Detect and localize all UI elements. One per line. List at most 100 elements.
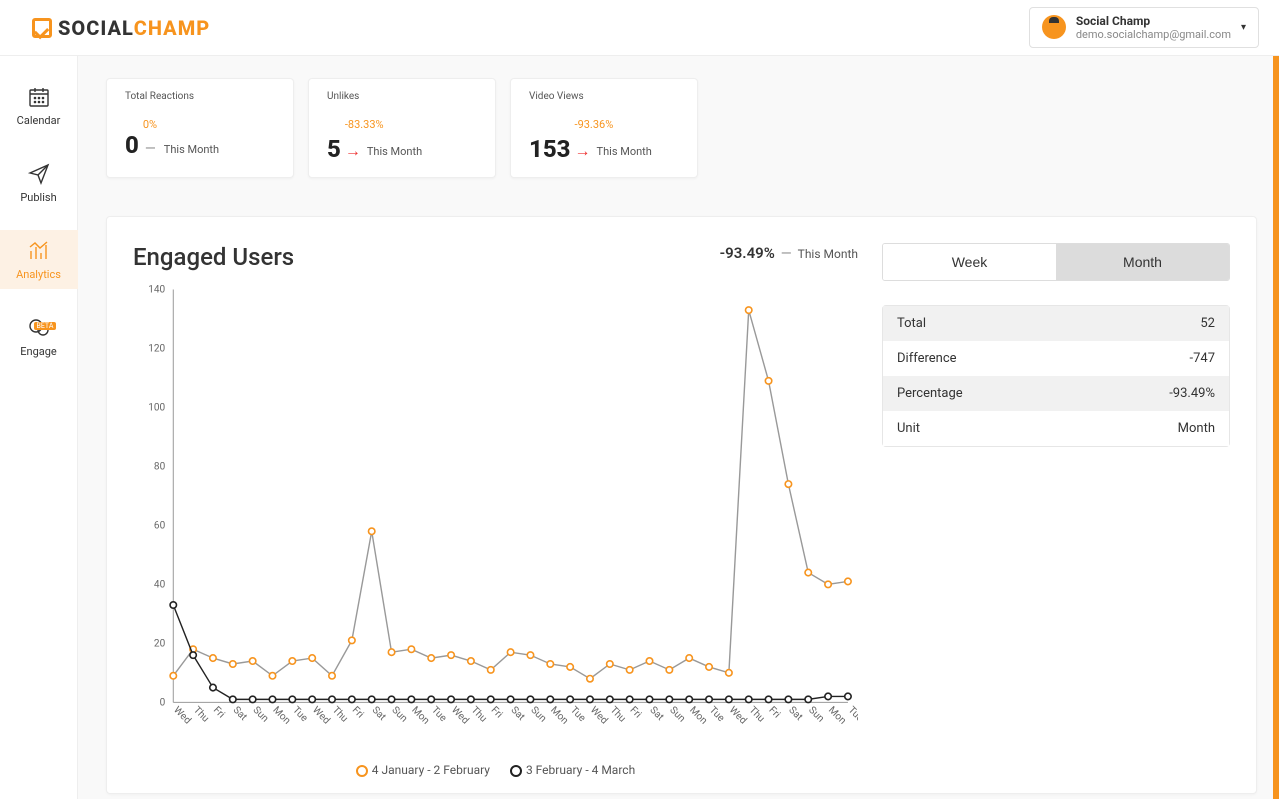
- svg-text:Wed: Wed: [449, 705, 471, 727]
- arrow-right-icon: →: [345, 141, 361, 161]
- svg-text:0: 0: [160, 697, 166, 708]
- user-email: demo.socialchamp@gmail.com: [1076, 28, 1231, 41]
- svg-text:Fri: Fri: [489, 705, 505, 721]
- stat-card-videoviews[interactable]: Video Views 153 -93.36% → This Month: [510, 78, 698, 178]
- svg-text:20: 20: [154, 638, 166, 649]
- minus-icon: —: [781, 246, 792, 262]
- svg-text:80: 80: [154, 461, 166, 472]
- svg-text:Mon: Mon: [826, 705, 848, 727]
- svg-text:Wed: Wed: [588, 705, 610, 727]
- svg-text:Wed: Wed: [727, 705, 749, 727]
- user-name: Social Champ: [1076, 14, 1231, 28]
- summary-table: Total52 Difference-747 Percentage-93.49%…: [882, 305, 1230, 447]
- user-menu[interactable]: Social Champ demo.socialchamp@gmail.com …: [1029, 7, 1259, 49]
- chart-panel: Engaged Users -93.49% — This Month 0 20 40…: [106, 216, 1257, 794]
- header: SOCIAL CHAMP Social Champ demo.socialcha…: [0, 0, 1279, 56]
- svg-text:Fri: Fri: [628, 705, 644, 721]
- stat-value: 0: [125, 133, 139, 157]
- legend-item[interactable]: 3 February - 4 March: [510, 763, 635, 777]
- content-area: Total Reactions 0 0% — This Month Unlikes…: [78, 56, 1279, 799]
- beta-badge: BETA: [34, 322, 57, 330]
- stat-card-reactions[interactable]: Total Reactions 0 0% — This Month: [106, 78, 294, 178]
- sidebar-item-publish[interactable]: Publish: [0, 153, 78, 212]
- svg-text:Mon: Mon: [548, 705, 570, 727]
- circle-marker-icon: [510, 765, 522, 777]
- svg-text:140: 140: [148, 284, 165, 295]
- svg-text:Fri: Fri: [211, 705, 227, 721]
- brand-text-champ: CHAMP: [134, 16, 210, 40]
- svg-text:Fri: Fri: [766, 705, 782, 721]
- svg-text:Thu: Thu: [191, 705, 211, 725]
- chat-icon: BETA: [26, 315, 52, 341]
- svg-text:Sun: Sun: [528, 705, 548, 725]
- chart-title: Engaged Users: [133, 243, 294, 271]
- brand-logo[interactable]: SOCIAL CHAMP: [32, 16, 210, 40]
- stat-period: This Month: [367, 145, 422, 158]
- engaged-users-chart: 020406080100120140WedThuFriSatSunMonTueW…: [133, 271, 858, 751]
- svg-text:60: 60: [154, 520, 166, 531]
- summary-row: Percentage-93.49%: [883, 376, 1229, 411]
- svg-text:Sat: Sat: [647, 705, 665, 723]
- analytics-icon: [26, 238, 52, 264]
- svg-text:Sun: Sun: [667, 705, 687, 725]
- toggle-month[interactable]: Month: [1056, 244, 1229, 280]
- chart-delta: -93.49% — This Month: [720, 243, 858, 262]
- svg-text:40: 40: [154, 579, 166, 590]
- svg-text:Wed: Wed: [171, 705, 193, 727]
- svg-text:Thu: Thu: [608, 705, 628, 725]
- svg-text:Fri: Fri: [350, 705, 366, 721]
- stat-period: This Month: [597, 145, 652, 158]
- summary-row: UnitMonth: [883, 411, 1229, 446]
- stat-period: This Month: [164, 143, 219, 156]
- stat-delta: -93.36%: [575, 118, 652, 131]
- arrow-right-icon: →: [575, 141, 591, 161]
- svg-text:Tue: Tue: [568, 705, 587, 724]
- stat-title: Total Reactions: [125, 91, 275, 102]
- sidebar-label: Analytics: [16, 268, 61, 281]
- sidebar-item-analytics[interactable]: Analytics: [0, 230, 78, 289]
- period-toggle: Week Month: [882, 243, 1230, 281]
- sidebar-label: Calendar: [17, 114, 61, 127]
- chevron-down-icon: ▾: [1241, 22, 1246, 33]
- stat-value: 5: [327, 137, 341, 161]
- stat-title: Video Views: [529, 91, 679, 102]
- svg-text:Thu: Thu: [330, 705, 350, 725]
- svg-text:Sat: Sat: [508, 705, 526, 723]
- stat-value: 153: [529, 137, 571, 161]
- sidebar-item-engage[interactable]: BETA Engage: [0, 307, 78, 366]
- svg-text:Tue: Tue: [707, 705, 726, 724]
- minus-icon: —: [145, 141, 156, 157]
- svg-text:Sat: Sat: [370, 705, 388, 723]
- stat-delta: 0%: [143, 118, 219, 131]
- stat-title: Unlikes: [327, 91, 477, 102]
- scrollbar-indicator[interactable]: [1273, 56, 1279, 799]
- svg-text:Sat: Sat: [231, 705, 249, 723]
- chart-legend: 4 January - 2 February 3 February - 4 Ma…: [133, 763, 858, 777]
- circle-marker-icon: [356, 765, 368, 777]
- toggle-week[interactable]: Week: [883, 244, 1056, 280]
- svg-text:Tue: Tue: [846, 705, 858, 724]
- svg-text:Sat: Sat: [786, 705, 804, 723]
- svg-text:Thu: Thu: [469, 705, 489, 725]
- legend-item[interactable]: 4 January - 2 February: [356, 763, 490, 777]
- svg-text:Sun: Sun: [251, 705, 271, 725]
- brand-check-icon: [32, 18, 52, 38]
- avatar-icon: [1042, 15, 1066, 39]
- svg-text:Wed: Wed: [310, 705, 332, 727]
- stat-row: Total Reactions 0 0% — This Month Unlikes…: [106, 78, 1257, 178]
- summary-row: Total52: [883, 306, 1229, 341]
- sidebar-label: Engage: [20, 345, 57, 358]
- svg-text:Mon: Mon: [687, 705, 709, 727]
- sidebar: Calendar Publish Analytics BETA Engage: [0, 56, 78, 799]
- svg-text:Sun: Sun: [389, 705, 409, 725]
- user-info: Social Champ demo.socialchamp@gmail.com: [1076, 14, 1231, 42]
- svg-text:Tue: Tue: [290, 705, 309, 724]
- calendar-icon: [26, 84, 52, 110]
- svg-text:120: 120: [148, 343, 165, 354]
- svg-text:Mon: Mon: [409, 705, 431, 727]
- svg-text:Mon: Mon: [270, 705, 292, 727]
- stat-card-unlikes[interactable]: Unlikes 5 -83.33% →This Month: [308, 78, 496, 178]
- svg-text:Thu: Thu: [747, 705, 767, 725]
- svg-text:100: 100: [148, 402, 165, 413]
- sidebar-item-calendar[interactable]: Calendar: [0, 76, 78, 135]
